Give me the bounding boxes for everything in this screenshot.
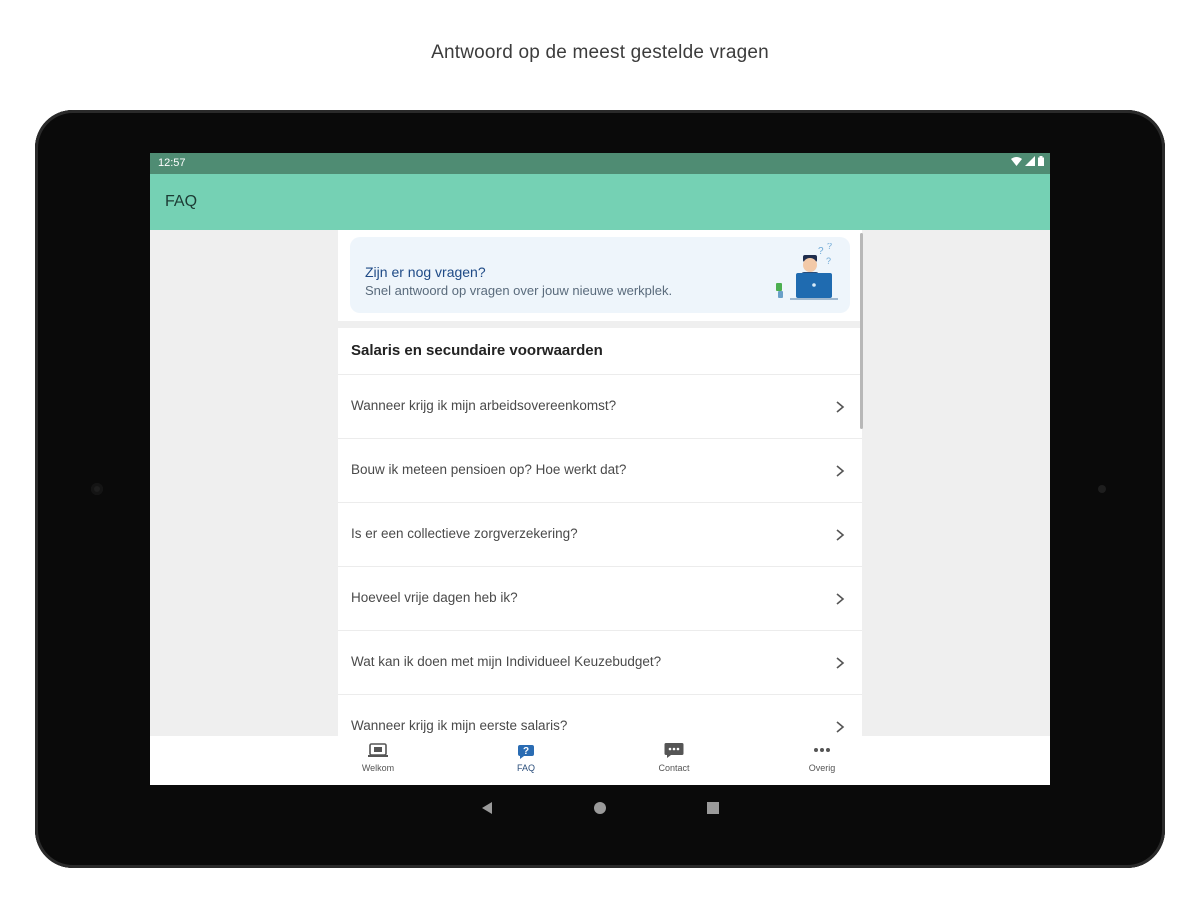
status-icons <box>1011 156 1044 166</box>
sensor-dot <box>1098 485 1106 493</box>
faq-question: Wat kan ik doen met mijn Individueel Keu… <box>351 654 662 669</box>
person-laptop-illustration: ? ? ? <box>776 243 838 300</box>
chevron-right-icon <box>836 465 845 477</box>
status-time: 12:57 <box>158 157 186 169</box>
chevron-right-icon <box>836 657 845 669</box>
nav-item-contact[interactable]: Contact <box>629 742 719 773</box>
nav-label: Welkom <box>361 763 395 773</box>
home-icon[interactable] <box>593 801 607 815</box>
chevron-right-icon <box>836 401 845 413</box>
recents-icon[interactable] <box>706 801 720 815</box>
nav-label: FAQ <box>516 763 535 773</box>
back-icon[interactable] <box>480 801 494 815</box>
status-bar: 12:57 <box>150 153 1050 174</box>
banner-title: Zijn er nog vragen? <box>365 264 486 280</box>
nav-item-faq[interactable]: ? FAQ <box>481 742 571 773</box>
app-bar: FAQ <box>150 174 1050 230</box>
faq-question: Bouw ik meteen pensioen op? Hoe werkt da… <box>351 462 627 477</box>
page-title: FAQ <box>165 193 198 210</box>
questions-banner[interactable]: Zijn er nog vragen? Snel antwoord op vra… <box>350 237 850 313</box>
nav-label: Overig <box>808 763 836 773</box>
svg-text:?: ? <box>826 256 831 266</box>
faq-question: Wanneer krijg ik mijn arbeidsovereenkoms… <box>351 398 617 413</box>
svg-text:?: ? <box>818 246 824 257</box>
app-screen: 12:57 FAQ Zijn er nog vragen? Snel antwo… <box>150 153 1050 785</box>
nav-item-overig[interactable]: Overig <box>777 742 867 773</box>
front-camera <box>91 483 103 495</box>
nav-label: Contact <box>658 763 690 773</box>
faq-icon: ? <box>518 745 534 759</box>
chat-icon <box>664 743 684 758</box>
faq-row[interactable]: Wat kan ik doen met mijn Individueel Keu… <box>338 630 862 695</box>
bottom-navigation: Welkom ? FAQ Contact Overig <box>150 736 1050 785</box>
battery-icon <box>1038 156 1044 166</box>
scrollbar[interactable] <box>860 233 863 429</box>
faq-question: Is er een collectieve zorgverzekering? <box>351 526 578 541</box>
faq-row[interactable]: Is er een collectieve zorgverzekering? <box>338 502 862 567</box>
signal-icon <box>1025 156 1035 166</box>
section-divider <box>338 321 862 328</box>
faq-question: Hoeveel vrije dagen heb ik? <box>351 590 518 605</box>
system-navigation <box>150 785 1050 830</box>
section-title: Salaris en secundaire voorwaarden <box>351 342 603 359</box>
faq-question: Wanneer krijg ik mijn eerste salaris? <box>351 718 568 733</box>
faq-row[interactable]: Wanneer krijg ik mijn arbeidsovereenkoms… <box>338 374 862 439</box>
more-icon <box>814 748 830 752</box>
wifi-icon <box>1011 156 1022 166</box>
faq-row[interactable]: Bouw ik meteen pensioen op? Hoe werkt da… <box>338 438 862 503</box>
chevron-right-icon <box>836 593 845 605</box>
faq-row[interactable]: Hoeveel vrije dagen heb ik? <box>338 566 862 631</box>
page-caption: Antwoord op de meest gestelde vragen <box>431 42 769 63</box>
svg-text:?: ? <box>827 243 832 251</box>
faq-row[interactable]: Wanneer krijg ik mijn eerste salaris? <box>338 694 862 736</box>
welcome-icon <box>368 743 388 757</box>
svg-text:?: ? <box>523 746 529 757</box>
faq-content[interactable]: Zijn er nog vragen? Snel antwoord op vra… <box>338 230 862 736</box>
chevron-right-icon <box>836 721 845 733</box>
banner-subtitle: Snel antwoord op vragen over jouw nieuwe… <box>365 283 673 298</box>
nav-item-welkom[interactable]: Welkom <box>333 742 423 773</box>
chevron-right-icon <box>836 529 845 541</box>
